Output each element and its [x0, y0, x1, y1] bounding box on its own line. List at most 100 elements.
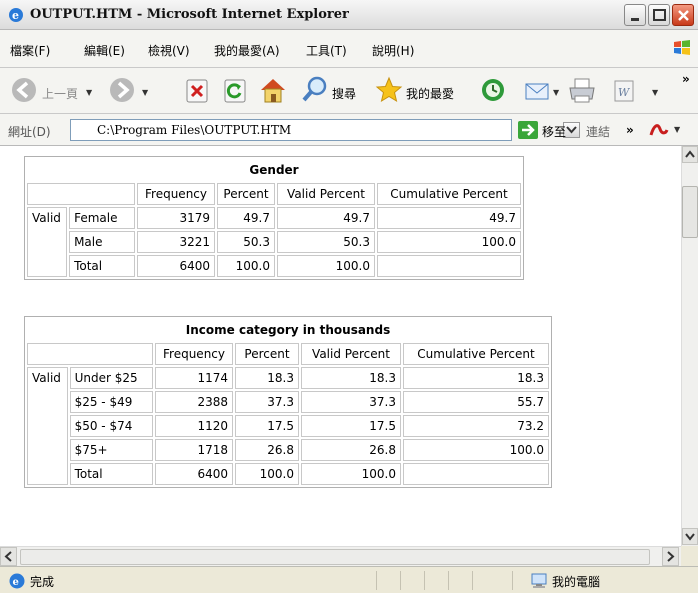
scroll-up-button[interactable] [682, 146, 698, 163]
stop-icon[interactable] [184, 74, 210, 106]
my-computer-icon [531, 573, 547, 588]
links-label[interactable]: 連結 [586, 123, 610, 140]
forward-dropdown-icon[interactable]: ▼ [142, 88, 148, 97]
pdf-icon[interactable] [648, 121, 670, 139]
menu-bar: 檔案(F) 編輯(E) 檢視(V) 我的最愛(A) 工具(T) 說明(H) [0, 30, 698, 68]
menu-file[interactable]: 檔案(F) [10, 42, 50, 59]
edit-dropdown-icon[interactable]: ▼ [652, 88, 658, 97]
minimize-icon [631, 18, 639, 21]
cumulative-percent-cell [377, 255, 521, 277]
vertical-scroll-thumb[interactable] [682, 186, 698, 238]
horizontal-scrollbar[interactable] [0, 546, 681, 566]
svg-text:W: W [618, 86, 631, 99]
status-divider [472, 571, 473, 590]
go-button-label[interactable]: 移至 [542, 123, 566, 140]
percent-cell: 49.7 [217, 207, 275, 229]
back-button-label[interactable]: 上一頁 [42, 85, 78, 102]
status-divider [424, 571, 425, 590]
search-button-label[interactable]: 搜尋 [332, 85, 356, 102]
pdf-dropdown-icon[interactable]: ▼ [674, 125, 680, 134]
scroll-right-button[interactable] [662, 547, 679, 566]
mail-dropdown-icon[interactable]: ▼ [553, 88, 559, 97]
refresh-icon[interactable] [222, 74, 248, 106]
cumulative-percent-cell: 100.0 [403, 439, 549, 461]
valid-percent-cell: 100.0 [301, 463, 401, 485]
table-row: $25 - $49 2388 37.3 37.3 55.7 [27, 391, 549, 413]
menu-edit[interactable]: 編輯(E) [84, 42, 125, 59]
frequency-cell: 3221 [137, 231, 215, 253]
menu-view[interactable]: 檢視(V) [148, 42, 190, 59]
percent-cell: 37.3 [235, 391, 299, 413]
menu-tools[interactable]: 工具(T) [306, 42, 347, 59]
gender-frequency-table: Gender Frequency Percent Valid Percent C… [24, 156, 524, 280]
address-input[interactable]: C:\Program Files\OUTPUT.HTM [70, 119, 580, 141]
cumulative-percent-cell [403, 463, 549, 485]
row-label: $25 - $49 [69, 391, 153, 413]
edit-word-icon[interactable]: W [610, 74, 638, 106]
row-label: Total [69, 255, 135, 277]
frequency-cell: 6400 [155, 463, 233, 485]
close-button[interactable] [672, 4, 694, 26]
maximize-icon [653, 9, 666, 21]
percent-cell: 100.0 [217, 255, 275, 277]
svg-text:e: e [13, 577, 19, 588]
mail-icon[interactable] [522, 74, 552, 106]
header-blank-cell [27, 183, 135, 205]
column-header: Cumulative Percent [403, 343, 549, 365]
table-row: Valid Under $25 1174 18.3 18.3 18.3 [27, 367, 549, 485]
percent-cell: 17.5 [235, 415, 299, 437]
svg-text:e: e [12, 9, 19, 22]
table-title: Income category in thousands [185, 323, 391, 337]
row-group-label: Valid [27, 367, 68, 485]
table-row: Male 3221 50.3 50.3 100.0 [27, 231, 521, 253]
header-blank-cell [27, 343, 153, 365]
column-header: Frequency [137, 183, 215, 205]
toolbar-overflow-chevron-icon[interactable]: » [682, 72, 690, 86]
vertical-scrollbar[interactable] [681, 146, 698, 546]
table-row: Total 6400 100.0 100.0 [27, 463, 549, 485]
home-icon[interactable] [258, 74, 288, 106]
address-value[interactable]: C:\Program Files\OUTPUT.HTM [97, 123, 291, 137]
window-title: OUTPUT.HTM - Microsoft Internet Explorer [30, 7, 349, 22]
go-arrow-icon[interactable] [518, 121, 538, 139]
search-icon[interactable] [300, 74, 330, 106]
chevron-right-icon [667, 551, 675, 562]
history-icon[interactable] [478, 74, 508, 106]
percent-cell: 18.3 [235, 367, 299, 389]
table-row: Total 6400 100.0 100.0 [27, 255, 521, 277]
cumulative-percent-cell: 49.7 [377, 207, 521, 229]
maximize-button[interactable] [648, 4, 670, 26]
scroll-down-button[interactable] [682, 528, 698, 545]
chevron-down-icon [685, 533, 695, 541]
scroll-corner [681, 546, 698, 566]
income-frequency-table: Income category in thousands Frequency P… [24, 316, 552, 488]
chevron-left-icon [4, 551, 12, 562]
minimize-button[interactable] [624, 4, 646, 26]
back-dropdown-icon[interactable]: ▼ [86, 88, 92, 97]
back-arrow-icon[interactable] [8, 74, 40, 106]
scroll-left-button[interactable] [0, 547, 17, 566]
row-label: Total [69, 463, 153, 485]
table-title: Gender [249, 163, 299, 177]
status-bar: e 完成 我的電腦 [0, 566, 698, 593]
status-divider [400, 571, 401, 590]
favorites-star-icon[interactable] [374, 74, 404, 106]
status-text: 完成 [30, 575, 55, 589]
horizontal-scroll-thumb[interactable] [20, 549, 650, 565]
cumulative-percent-cell: 18.3 [403, 367, 549, 389]
forward-arrow-icon[interactable] [106, 74, 138, 106]
menu-favorites[interactable]: 我的最愛(A) [214, 42, 280, 59]
links-overflow-chevron-icon[interactable]: » [626, 123, 634, 137]
menu-help[interactable]: 說明(H) [372, 42, 414, 59]
chevron-up-icon [685, 150, 695, 158]
frequency-cell: 1120 [155, 415, 233, 437]
favorites-button-label[interactable]: 我的最愛 [406, 85, 454, 102]
valid-percent-cell: 100.0 [277, 255, 375, 277]
row-label: Under $25 [69, 367, 153, 389]
close-icon [678, 10, 689, 21]
percent-cell: 100.0 [235, 463, 299, 485]
print-icon[interactable] [566, 74, 598, 106]
page-done-icon: e [9, 573, 25, 589]
address-label: 網址(D) [8, 125, 51, 139]
frequency-cell: 2388 [155, 391, 233, 413]
